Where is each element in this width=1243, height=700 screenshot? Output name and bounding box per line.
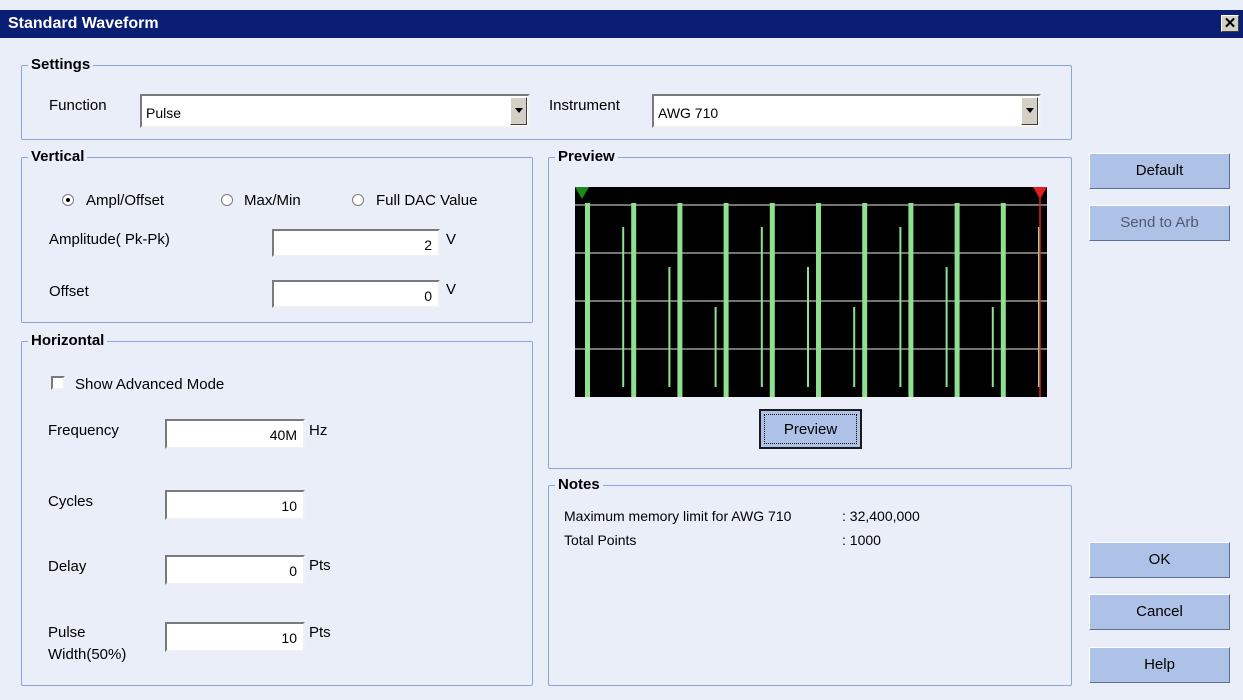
ampl-offset-radio[interactable] [62,194,74,206]
max-min-radio[interactable] [221,194,233,206]
pulse-mark [908,203,914,397]
instrument-dropdown-icon[interactable] [1021,97,1038,125]
amplitude-unit: V [446,231,457,248]
preview-button[interactable]: Preview [759,409,862,449]
vertical-legend: Vertical [28,148,88,165]
function-selected-value: Pulse [146,105,182,121]
memory-limit-label: Maximum memory limit for AWG 710 [564,508,792,524]
help-button-label: Help [1144,656,1175,673]
window-title: Standard Waveform [8,15,159,32]
delay-unit: Pts [309,557,331,574]
preview-button-label: Preview [783,421,838,438]
offset-label: Offset [49,283,89,300]
close-icon[interactable]: ✕ [1221,15,1239,32]
default-button[interactable]: Default [1089,153,1230,189]
horizontal-legend: Horizontal [28,332,108,349]
default-button-label: Default [1135,162,1184,179]
total-points-value: : 1000 [842,532,881,548]
memory-limit-value: : 32,400,000 [842,508,920,524]
instrument-selected-value: AWG 710 [658,105,719,121]
offset-input[interactable]: 0 [272,280,440,308]
amplitude-label: Amplitude( Pk-Pk) [49,231,170,248]
ok-button[interactable]: OK [1089,542,1230,578]
cancel-button-label: Cancel [1136,603,1183,620]
max-min-label[interactable]: Max/Min [244,192,301,209]
full-dac-label[interactable]: Full DAC Value [376,192,477,209]
pulse-mark [862,203,868,397]
pulse-mark [631,203,637,397]
send-to-arb-button-label: Send to Arb [1120,214,1199,231]
pulse-width-label-line1: Pulse [48,624,86,641]
pulse-mark [1000,203,1006,397]
ampl-offset-label[interactable]: Ampl/Offset [86,192,164,209]
pulse-mark [816,203,821,397]
show-advanced-label[interactable]: Show Advanced Mode [75,376,224,393]
pulse-width-unit: Pts [309,624,331,641]
full-dac-radio[interactable] [352,194,364,206]
amplitude-input[interactable]: 2 [272,229,440,257]
pulse-mark [677,203,683,397]
send-to-arb-button[interactable]: Send to Arb [1089,205,1230,241]
frequency-input[interactable]: 40M [165,419,305,449]
cycles-label: Cycles [48,493,94,510]
preview-legend: Preview [555,148,618,165]
cancel-button[interactable]: Cancel [1089,594,1230,630]
function-select[interactable]: Pulse [140,94,530,128]
function-label: Function [49,97,107,114]
pulse-mark [585,203,590,397]
pulse-mark [954,203,960,397]
ok-button-label: OK [1148,551,1171,568]
total-points-label: Total Points [564,532,637,548]
waveform-preview-plot [575,187,1047,397]
instrument-label: Instrument [549,97,620,114]
frequency-unit: Hz [309,422,328,439]
offset-unit: V [446,281,457,298]
delay-input[interactable]: 0 [165,555,305,585]
title-bar: Standard Waveform ✕ [0,10,1243,38]
show-advanced-checkbox[interactable] [51,376,65,390]
function-dropdown-icon[interactable] [510,97,527,125]
help-button[interactable]: Help [1089,647,1230,683]
frequency-label: Frequency [48,422,119,439]
pulse-width-input[interactable]: 10 [165,622,305,652]
plot-background [575,187,1047,397]
notes-legend: Notes [555,476,603,493]
settings-legend: Settings [28,56,94,73]
cycles-input[interactable]: 10 [165,490,305,520]
pulse-mark [723,203,729,397]
pulse-mark [769,203,775,397]
delay-label: Delay [48,558,87,575]
pulse-width-label-line2: Width(50%) [48,646,127,663]
instrument-select[interactable]: AWG 710 [652,94,1041,128]
